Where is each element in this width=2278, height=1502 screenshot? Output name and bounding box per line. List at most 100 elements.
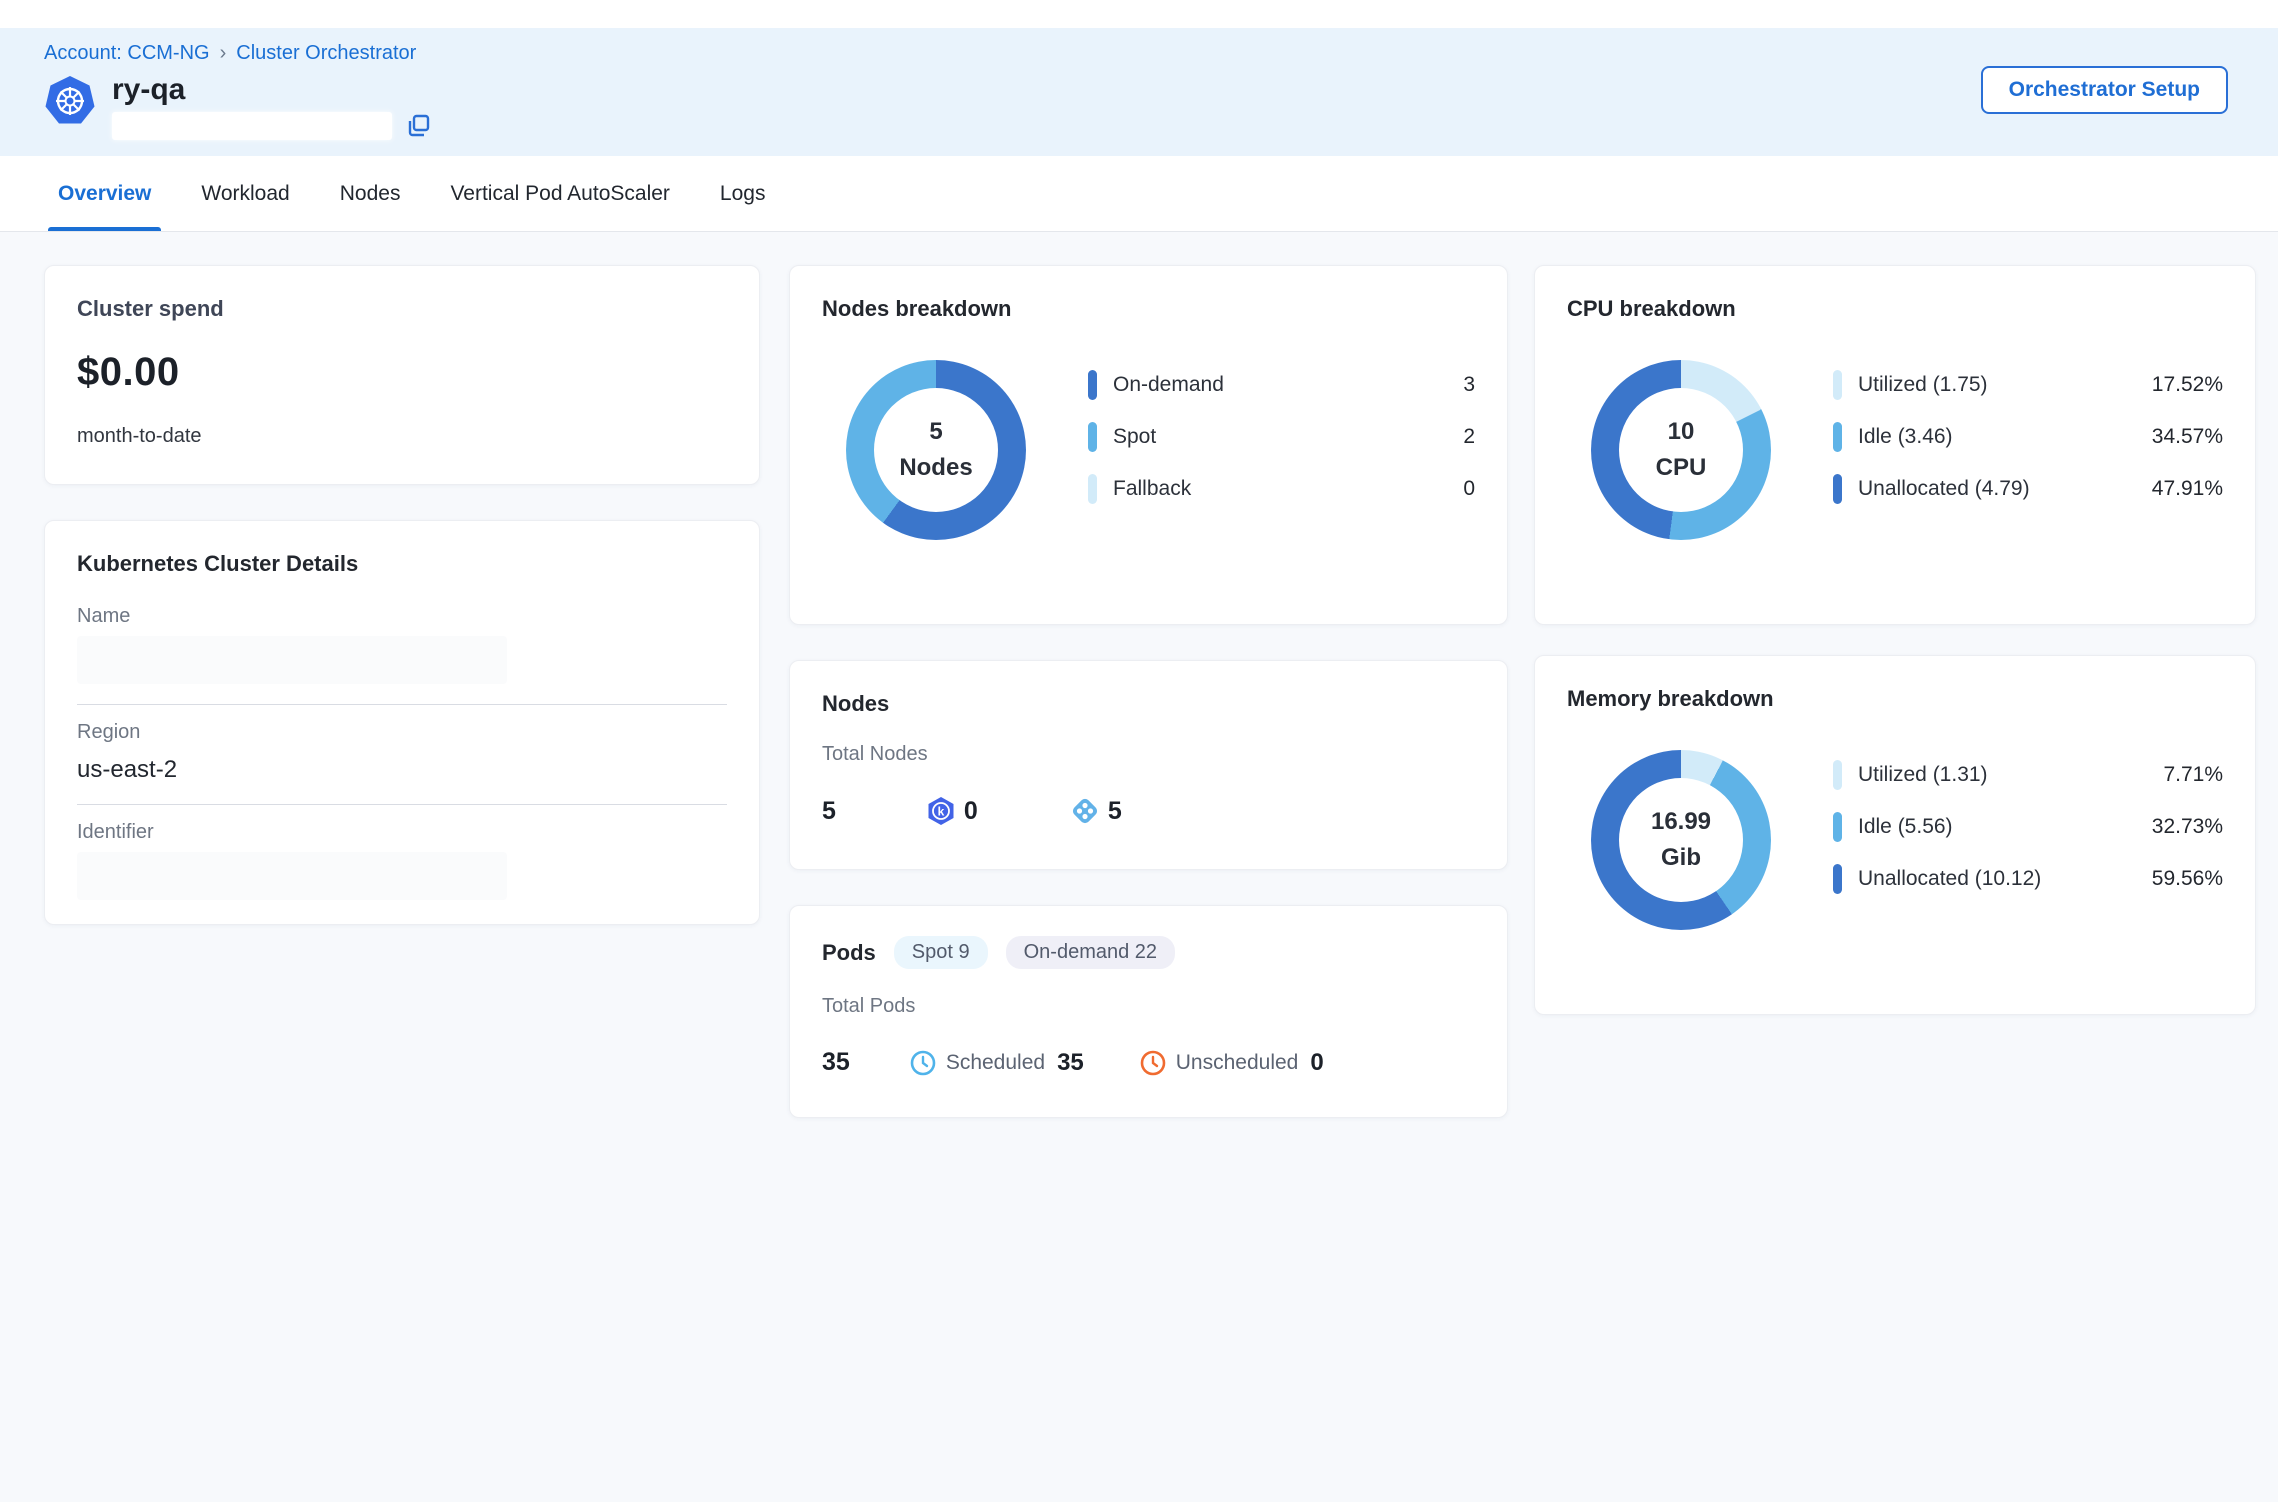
breadcrumb-separator-icon: › (220, 42, 227, 65)
legend-item: Unallocated (10.12) 59.56% (1833, 864, 2223, 894)
legend-label: On-demand (1113, 373, 1463, 397)
donut-center-label: Nodes (899, 454, 972, 482)
legend-value: 2 (1463, 425, 1475, 449)
cluster-details-card: Kubernetes Cluster Details Name Region u… (44, 520, 760, 925)
cpu-breakdown-card: CPU breakdown 10 CPU Utilized (1.75) 17.… (1534, 265, 2256, 625)
nodes-breakdown-legend: On-demand 3 Spot 2 Fallback 0 (1088, 370, 1475, 540)
scheduled-clock-icon (910, 1050, 936, 1076)
total-pods-value: 35 (822, 1048, 850, 1077)
scheduled-label: Scheduled (946, 1051, 1045, 1075)
node-pool-icon (1070, 796, 1100, 826)
pool-node-count: 5 (1108, 797, 1122, 826)
memory-breakdown-legend: Utilized (1.31) 7.71% Idle (5.56) 32.73%… (1833, 760, 2223, 930)
legend-marker (1088, 474, 1097, 504)
legend-item: Idle (3.46) 34.57% (1833, 422, 2223, 452)
copy-icon[interactable] (406, 113, 432, 139)
page-title: ry-qa (112, 73, 432, 106)
legend-item: On-demand 3 (1088, 370, 1475, 400)
donut-center-value: 10 (1668, 418, 1695, 446)
divider (77, 804, 727, 805)
memory-breakdown-card: Memory breakdown 16.99 Gib Utilized (1.3… (1534, 655, 2256, 1015)
memory-donut-chart: 16.99 Gib (1591, 750, 1771, 930)
cluster-details-title: Kubernetes Cluster Details (77, 551, 727, 577)
total-nodes-value: 5 (822, 797, 836, 826)
legend-value: 3 (1463, 373, 1475, 397)
legend-marker (1833, 812, 1842, 842)
legend-label: Utilized (1.31) (1858, 763, 2163, 787)
unscheduled-clock-icon (1140, 1050, 1166, 1076)
unscheduled-count: 0 (1310, 1049, 1323, 1077)
cpu-breakdown-legend: Utilized (1.75) 17.52% Idle (3.46) 34.57… (1833, 370, 2223, 540)
name-field-redacted (77, 636, 507, 684)
identifier-field-redacted (77, 852, 507, 900)
legend-marker (1833, 370, 1842, 400)
legend-label: Idle (5.56) (1858, 815, 2152, 839)
cluster-spend-card: Cluster spend $0.00 month-to-date (44, 265, 760, 485)
legend-marker (1833, 474, 1842, 504)
name-field-label: Name (77, 605, 727, 628)
cpu-donut-chart: 10 CPU (1591, 360, 1771, 540)
legend-value: 47.91% (2152, 477, 2223, 501)
cluster-spend-period: month-to-date (77, 425, 727, 448)
page-header: Account: CCM-NG › Cluster Orchestrator r… (0, 28, 2278, 156)
breadcrumb: Account: CCM-NG › Cluster Orchestrator (44, 42, 2228, 65)
donut-center-value: 16.99 (1651, 808, 1711, 836)
total-nodes-label: Total Nodes (822, 743, 1475, 766)
legend-item: Spot 2 (1088, 422, 1475, 452)
nodes-breakdown-title: Nodes breakdown (822, 296, 1475, 322)
region-field-value: us-east-2 (77, 756, 727, 784)
legend-value: 17.52% (2152, 373, 2223, 397)
region-field-label: Region (77, 721, 727, 744)
legend-item: Utilized (1.75) 17.52% (1833, 370, 2223, 400)
legend-value: 0 (1463, 477, 1475, 501)
nodes-breakdown-card: Nodes breakdown 5 Nodes On-demand 3 (789, 265, 1508, 625)
legend-marker (1833, 760, 1842, 790)
divider (77, 704, 727, 705)
unscheduled-label: Unscheduled (1176, 1051, 1299, 1075)
content-area: Cluster spend $0.00 month-to-date Kubern… (0, 232, 2278, 1502)
legend-label: Unallocated (10.12) (1858, 867, 2152, 891)
legend-marker (1833, 864, 1842, 894)
cluster-spend-title: Cluster spend (77, 296, 727, 322)
legend-item: Utilized (1.31) 7.71% (1833, 760, 2223, 790)
cpu-breakdown-title: CPU breakdown (1567, 296, 2223, 322)
top-strip (0, 0, 2278, 28)
kubernetes-icon (44, 75, 96, 127)
legend-label: Fallback (1113, 477, 1463, 501)
ondemand-pods-badge: On-demand 22 (1006, 936, 1175, 969)
donut-center-label: CPU (1656, 454, 1707, 482)
legend-label: Spot (1113, 425, 1463, 449)
legend-marker (1833, 422, 1842, 452)
legend-label: Utilized (1.75) (1858, 373, 2152, 397)
legend-item: Fallback 0 (1088, 474, 1475, 504)
legend-value: 32.73% (2152, 815, 2223, 839)
legend-marker (1088, 370, 1097, 400)
tab-workload[interactable]: Workload (199, 156, 291, 231)
karpenter-node-count: 0 (964, 797, 978, 826)
cluster-spend-amount: $0.00 (77, 350, 727, 395)
legend-item: Unallocated (4.79) 47.91% (1833, 474, 2223, 504)
nodes-title: Nodes (822, 691, 1475, 717)
orchestrator-setup-button[interactable]: Orchestrator Setup (1981, 66, 2228, 114)
legend-value: 7.71% (2163, 763, 2223, 787)
karpenter-icon: k (926, 796, 956, 826)
tab-nodes[interactable]: Nodes (338, 156, 403, 231)
spot-pods-badge: Spot 9 (894, 936, 988, 969)
legend-marker (1088, 422, 1097, 452)
memory-breakdown-title: Memory breakdown (1567, 686, 2223, 712)
legend-label: Idle (3.46) (1858, 425, 2152, 449)
breadcrumb-page-link[interactable]: Cluster Orchestrator (236, 42, 416, 65)
legend-label: Unallocated (4.79) (1858, 477, 2152, 501)
breadcrumb-account-link[interactable]: Account: CCM-NG (44, 42, 210, 65)
donut-center-label: Gib (1661, 844, 1701, 872)
pods-card: Pods Spot 9 On-demand 22 Total Pods 35 S… (789, 905, 1508, 1118)
tab-overview[interactable]: Overview (56, 156, 153, 231)
cluster-id-redacted (112, 112, 392, 140)
nodes-donut-chart: 5 Nodes (846, 360, 1026, 540)
donut-center-value: 5 (929, 418, 942, 446)
tabbar: Overview Workload Nodes Vertical Pod Aut… (0, 156, 2278, 232)
tab-logs[interactable]: Logs (718, 156, 768, 231)
tab-vertical-pod-autoscaler[interactable]: Vertical Pod AutoScaler (448, 156, 671, 231)
identifier-field-label: Identifier (77, 821, 727, 844)
pods-title: Pods (822, 940, 876, 966)
